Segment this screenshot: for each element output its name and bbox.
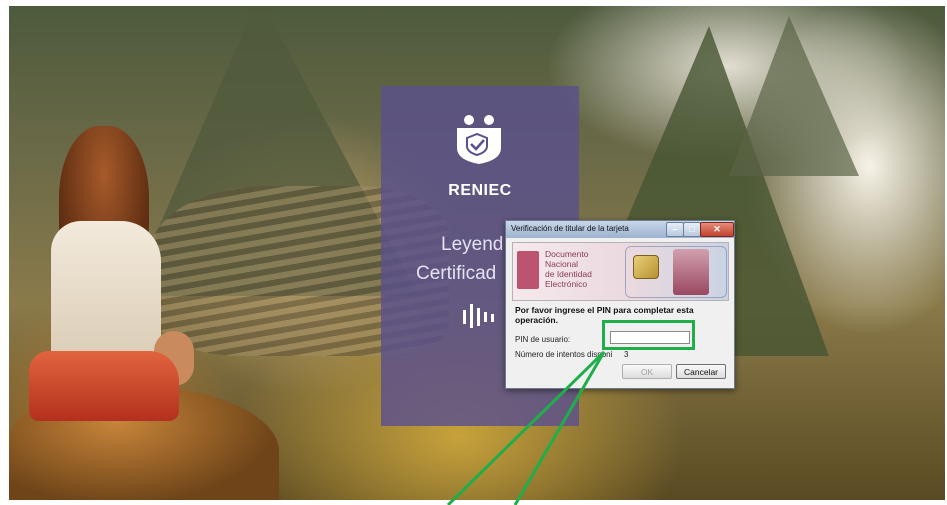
attempts-label: Número de intentos disponi — [515, 350, 613, 359]
cancel-button[interactable]: Cancelar — [676, 364, 726, 379]
dni-seal-icon — [517, 251, 539, 289]
minimize-icon: – — [672, 224, 678, 234]
reniec-brand: RENIEC — [448, 182, 512, 199]
mountain-far — [729, 16, 859, 176]
ok-button[interactable]: OK — [622, 364, 672, 379]
minimize-button[interactable]: – — [666, 222, 684, 237]
pin-label: PIN de usuario: — [515, 335, 571, 344]
dialog-titlebar[interactable]: Verificación de titular de la tarjeta – … — [506, 221, 734, 238]
pin-verification-dialog: Verificación de titular de la tarjeta – … — [505, 220, 735, 389]
seated-person — [29, 126, 194, 421]
banner-line1: Documento — [545, 249, 589, 259]
audio-wave-icon — [463, 304, 494, 328]
close-button[interactable]: ✕ — [700, 222, 734, 237]
dialog-title: Verificación de titular de la tarjeta — [511, 224, 629, 233]
banner-line2: Nacional — [545, 259, 579, 269]
person-skirt — [29, 351, 179, 421]
person-shirt — [51, 221, 161, 371]
banner-line4: Electrónico — [545, 279, 588, 289]
pin-highlight-annotation — [602, 320, 695, 350]
panel-heading-line1: Leyend — [441, 234, 504, 255]
reniec-shield-people-icon — [457, 115, 501, 164]
dni-banner: Documento Nacional de Identidad Electrón… — [512, 242, 729, 301]
smartcard-chip-icon — [633, 255, 659, 279]
close-icon: ✕ — [713, 224, 721, 234]
maximize-button[interactable]: □ — [683, 222, 701, 237]
card-photo-icon — [673, 249, 709, 295]
maximize-icon: □ — [689, 224, 695, 234]
banner-line3: de Identidad — [545, 269, 592, 279]
panel-heading-line2: Certificad — [416, 263, 497, 284]
attempts-value: 3 — [624, 350, 629, 359]
